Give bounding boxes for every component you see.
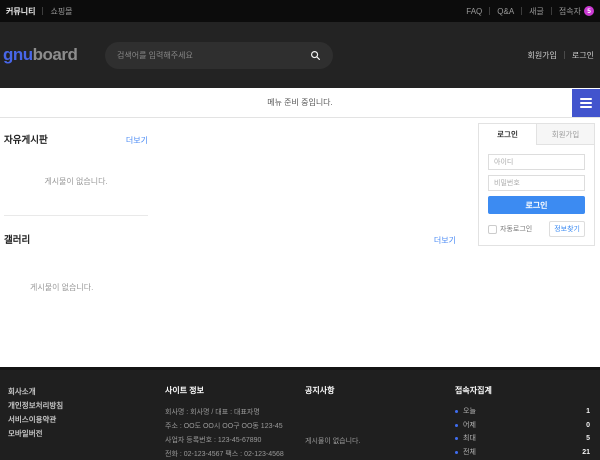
page: 커뮤니티 쇼핑몰 FAQ Q&A 새글 접속자 5 gnuboard [0, 0, 600, 460]
site-header: gnuboard 회원가입 로그인 [0, 22, 600, 88]
gallery-widget-title[interactable]: 갤러리 [4, 232, 30, 246]
topbar-left-links: 커뮤니티 쇼핑몰 [6, 6, 73, 17]
footer-link-privacy[interactable]: 개인정보처리방침 [8, 399, 165, 413]
visitor-stat-label: 전체 [463, 446, 476, 460]
visitor-count-badge: 5 [584, 6, 594, 16]
footer-link-terms[interactable]: 서비스이용약관 [8, 413, 165, 427]
visitor-stat-row: 어제 0 [455, 419, 590, 433]
divider [551, 7, 552, 15]
footer-link-mobile[interactable]: 모바일버전 [8, 427, 165, 441]
login-box: 로그인 회원가입 로그인 자동로그인 정보찾기 [478, 123, 595, 246]
visitor-stat-label: 오늘 [463, 405, 476, 419]
notice-heading: 공지사항 [305, 385, 455, 396]
menu-bar: 메뉴 준비 중입니다. [0, 88, 600, 118]
topbar-link-qna[interactable]: Q&A [497, 7, 514, 16]
visitor-stat-row: 최대 5 [455, 432, 590, 446]
board-empty-message: 게시물이 없습니다. [4, 176, 148, 187]
footer-site-info-column: 사이트 정보 회사명 : 회사명 / 대표 : 대표자명 주소 : OO도 OO… [165, 385, 305, 460]
login-tabs: 로그인 회원가입 [479, 124, 594, 145]
bullet-icon [455, 410, 458, 413]
topbar-link-faq[interactable]: FAQ [466, 7, 482, 16]
visitor-stat-label: 최대 [463, 432, 476, 446]
site-info-lines: 회사명 : 회사명 / 대표 : 대표자명 주소 : OO도 OO시 OO구 O… [165, 406, 305, 460]
topbar-link-community[interactable]: 커뮤니티 [6, 6, 35, 17]
site-info-line: 사업자 등록번호 : 123-45-67890 [165, 434, 305, 448]
topbar-link-visitors[interactable]: 접속자 5 [559, 6, 594, 17]
board-more-link[interactable]: 더보기 [126, 135, 148, 146]
footer-link-company[interactable]: 회사소개 [8, 385, 165, 399]
gallery-widget: 갤러리 더보기 게시물이 없습니다. [4, 226, 456, 293]
notice-empty-message: 게시물이 없습니다. [305, 436, 455, 446]
visitor-stat-value: 5 [586, 432, 590, 446]
login-form: 로그인 자동로그인 정보찾기 [479, 145, 594, 245]
site-footer: 회사소개 개인정보처리방침 서비스이용약관 모바일버전 사이트 정보 회사명 :… [0, 367, 600, 460]
topbar-right-links: FAQ Q&A 새글 접속자 5 [466, 6, 594, 17]
board-widget-header: 자유게시판 더보기 [4, 132, 148, 146]
visitor-stat-value: 21 [582, 446, 590, 460]
topbar-link-shop[interactable]: 쇼핑몰 [50, 6, 72, 17]
bullet-icon [455, 437, 458, 440]
main-content: 자유게시판 더보기 게시물이 없습니다. 갤러리 더보기 게시물이 없습니다. … [0, 118, 600, 370]
visitor-stat-row: 오늘 1 [455, 405, 590, 419]
topbar-link-new-posts[interactable]: 새글 [529, 6, 544, 17]
gallery-widget-header: 갤러리 더보기 [4, 232, 456, 246]
latest-board-widget: 자유게시판 더보기 게시물이 없습니다. [4, 126, 148, 216]
login-id-field[interactable] [488, 154, 585, 170]
top-utility-bar: 커뮤니티 쇼핑몰 FAQ Q&A 새글 접속자 5 [0, 0, 600, 22]
site-info-line: 회사명 : 회사명 / 대표 : 대표자명 [165, 406, 305, 420]
hamburger-menu-button[interactable] [572, 89, 600, 117]
search-input[interactable] [117, 51, 310, 60]
header-link-login[interactable]: 로그인 [572, 50, 594, 61]
find-info-link[interactable]: 정보찾기 [549, 221, 585, 237]
menu-notice-text: 메뉴 준비 중입니다. [0, 88, 600, 117]
divider [42, 7, 43, 15]
auto-login-option[interactable]: 자동로그인 [488, 224, 532, 234]
site-info-heading: 사이트 정보 [165, 385, 305, 396]
gallery-empty-message: 게시물이 없습니다. [4, 282, 456, 293]
login-extra-row: 자동로그인 정보찾기 [488, 221, 585, 237]
footer-notice-column: 공지사항 게시물이 없습니다. [305, 385, 455, 460]
board-widget-title[interactable]: 자유게시판 [4, 132, 48, 146]
header-link-join[interactable]: 회원가입 [527, 50, 556, 61]
visitor-stat-row: 전체 21 [455, 446, 590, 460]
divider [489, 7, 490, 15]
bullet-icon [455, 424, 458, 427]
topbar-visitors-label: 접속자 [559, 6, 581, 17]
login-submit-button[interactable]: 로그인 [488, 196, 585, 214]
bullet-icon [455, 451, 458, 454]
auto-login-checkbox[interactable] [488, 225, 497, 234]
search-button[interactable] [310, 50, 321, 61]
search-bar [105, 42, 333, 69]
visitor-stat-value: 0 [586, 419, 590, 433]
site-info-line: 전화 : 02-123-4567 팩스 : 02-123-4568 [165, 448, 305, 460]
site-logo[interactable]: gnuboard [3, 45, 77, 65]
gallery-more-link[interactable]: 더보기 [434, 235, 456, 246]
tab-login[interactable]: 로그인 [479, 124, 536, 145]
visitor-stats-list: 오늘 1 어제 0 최대 5 전체 21 [455, 405, 590, 459]
footer-visitors-column: 접속자집계 오늘 1 어제 0 최대 5 [455, 385, 592, 460]
login-password-field[interactable] [488, 175, 585, 191]
hamburger-icon [580, 98, 592, 100]
site-info-line: 주소 : OO도 OO시 OO구 OO동 123-45 [165, 420, 305, 434]
search-icon [310, 50, 321, 61]
logo-text-board: board [33, 45, 78, 64]
footer-links-column: 회사소개 개인정보처리방침 서비스이용약관 모바일버전 [8, 385, 165, 460]
auto-login-label: 자동로그인 [500, 224, 532, 234]
visitor-stats-heading: 접속자집계 [455, 385, 590, 396]
divider [564, 51, 565, 59]
header-member-links: 회원가입 로그인 [527, 50, 594, 61]
logo-text-gnu: gnu [3, 45, 33, 64]
visitor-stat-label: 어제 [463, 419, 476, 433]
divider [521, 7, 522, 15]
visitor-stat-value: 1 [586, 405, 590, 419]
tab-join[interactable]: 회원가입 [536, 124, 594, 145]
